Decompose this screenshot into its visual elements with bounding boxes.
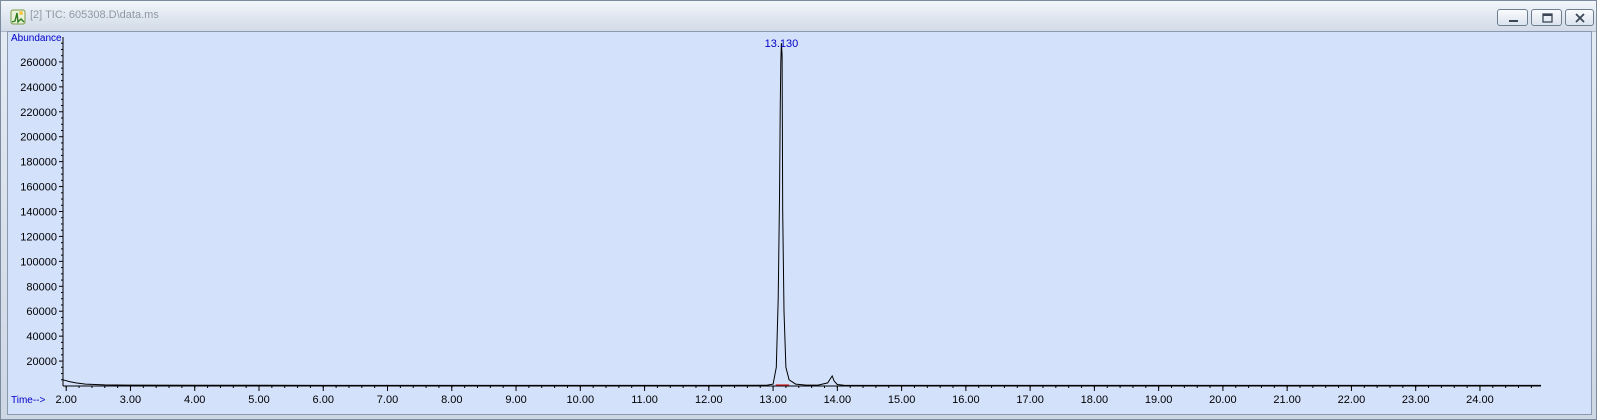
x-tick-label: 13.00 bbox=[759, 394, 787, 406]
y-tick-label: 200000 bbox=[20, 132, 57, 144]
x-tick-label: 18.00 bbox=[1081, 394, 1109, 406]
y-tick-label: 140000 bbox=[20, 207, 57, 219]
minimize-button[interactable] bbox=[1497, 9, 1528, 26]
x-tick-label: 21.00 bbox=[1273, 394, 1301, 406]
x-tick-label: 11.00 bbox=[631, 394, 658, 406]
x-tick-label: 23.00 bbox=[1402, 394, 1430, 406]
x-tick-label: 5.00 bbox=[248, 394, 269, 406]
x-tick-label: 19.00 bbox=[1145, 394, 1173, 406]
tic-chart: 20000 40000 60000 80000 100000 120000 140000 16… bbox=[11, 33, 1541, 406]
y-tick-label: 160000 bbox=[20, 182, 57, 194]
x-tick-label: 12.00 bbox=[695, 394, 723, 406]
restore-button[interactable] bbox=[1531, 9, 1562, 26]
tic-trace bbox=[62, 43, 1541, 386]
x-tick-label: 10.00 bbox=[567, 394, 595, 406]
x-tick-label: 7.00 bbox=[377, 394, 398, 406]
x-tick-label: 20.00 bbox=[1209, 394, 1237, 406]
x-tick-label: 9.00 bbox=[505, 394, 526, 406]
x-axis-title: Time--> bbox=[11, 395, 46, 406]
window-title: [2] TIC: 605308.D\data.ms bbox=[30, 9, 159, 21]
y-tick-label: 220000 bbox=[20, 107, 57, 119]
close-button[interactable] bbox=[1565, 9, 1594, 26]
x-tick-label: 17.00 bbox=[1016, 394, 1044, 406]
x-tick-label: 8.00 bbox=[441, 394, 462, 406]
chromatogram-plot[interactable]: 20000 40000 60000 80000 100000 120000 140000 16… bbox=[7, 31, 1592, 415]
y-axis-title: Abundance bbox=[11, 33, 62, 44]
x-tick-label: 2.00 bbox=[56, 394, 77, 406]
restore-icon bbox=[1542, 13, 1553, 23]
chromatogram-window: [2] TIC: 605308.D\data.ms 20000 40000 6000… bbox=[0, 0, 1597, 420]
x-tick-label: 24.00 bbox=[1466, 394, 1494, 406]
x-tick-label: 16.00 bbox=[952, 394, 980, 406]
y-tick-label: 120000 bbox=[20, 231, 57, 243]
close-icon bbox=[1575, 13, 1585, 23]
y-tick-label: 180000 bbox=[20, 157, 57, 169]
x-tick-label: 14.00 bbox=[824, 394, 852, 406]
chromatogram-app-icon bbox=[10, 9, 26, 25]
x-tick-label: 15.00 bbox=[888, 394, 916, 406]
y-tick-label: 100000 bbox=[20, 256, 57, 268]
minimize-icon bbox=[1509, 20, 1518, 22]
y-tick-label: 240000 bbox=[20, 82, 57, 94]
x-tick-label: 3.00 bbox=[120, 394, 141, 406]
y-tick-label: 40000 bbox=[26, 331, 57, 343]
title-bar[interactable]: [2] TIC: 605308.D\data.ms bbox=[1, 1, 1596, 32]
y-tick-label: 260000 bbox=[20, 57, 57, 69]
peak-label: 13.130 bbox=[765, 38, 799, 50]
y-tick-label: 80000 bbox=[26, 281, 57, 293]
y-tick-label: 60000 bbox=[26, 306, 57, 318]
x-tick-label: 6.00 bbox=[313, 394, 334, 406]
x-tick-label: 4.00 bbox=[184, 394, 205, 406]
y-tick-label: 20000 bbox=[26, 356, 57, 368]
x-tick-label: 22.00 bbox=[1338, 394, 1366, 406]
